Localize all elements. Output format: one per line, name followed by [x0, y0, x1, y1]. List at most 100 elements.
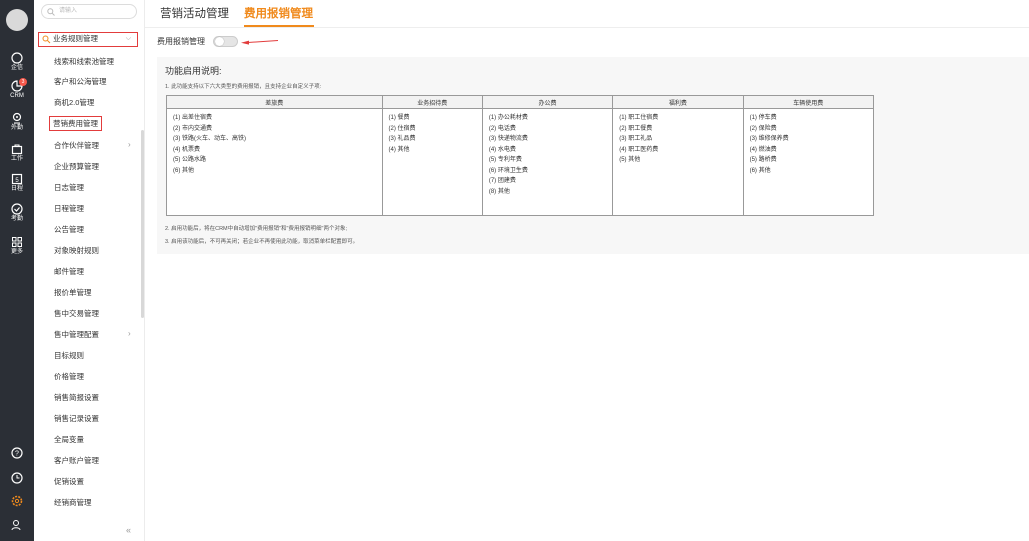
tab-bar: 营销活动管理 费用报销管理: [145, 0, 1029, 28]
tab-expense-reimbursement[interactable]: 费用报销管理: [244, 5, 313, 21]
rail-history[interactable]: [0, 472, 34, 485]
menu-item[interactable]: 促销设置: [54, 476, 84, 487]
rail-item-more[interactable]: 更多: [0, 236, 34, 256]
expense-item: (2) 电话费: [488, 125, 516, 132]
menu-item[interactable]: 日志管理: [54, 182, 84, 193]
menu-item[interactable]: 经销商管理: [54, 497, 92, 508]
menu-item-label: 对象映射规则: [54, 246, 99, 255]
menu-item[interactable]: 客户和公海管理: [54, 76, 107, 87]
expense-toggle-switch[interactable]: [213, 36, 238, 47]
rail-help[interactable]: ?: [0, 447, 34, 460]
expense-item: (5) 路桥费: [749, 157, 777, 163]
annotation-arrow-icon: [241, 40, 279, 45]
menu-item-label: 客户账户管理: [54, 456, 99, 465]
expense-item: (7) 团建费: [488, 178, 516, 184]
table-header-cell: 差旅费: [166, 95, 383, 109]
table-cell: (1) 职工住宿费 (2) 职工餐费 (3) 职工礼品 (4) 职工医药费 (5) 其他: [612, 108, 744, 216]
expense-item: (4) 其他: [388, 146, 410, 153]
expense-item: (2) 市内交通费: [173, 125, 213, 132]
expense-item: (1) 职工住宿费: [619, 115, 659, 121]
expense-item: (6) 其他: [173, 167, 195, 174]
menu-item[interactable]: 销售简报设置: [54, 392, 99, 403]
menu-item[interactable]: 商机2.0管理: [54, 97, 94, 108]
menu-item[interactable]: 价格管理: [54, 371, 84, 382]
menu-item-label: 线索和线索池管理: [54, 57, 114, 66]
expense-item: (6) 环境卫生费: [488, 167, 528, 174]
menu-item-label: 企业预算管理: [54, 162, 99, 171]
menu-item-label: 日志管理: [54, 183, 84, 192]
table-cell: (1) 办公耗材费 (2) 电话费 (3) 快递物流费 (4) 水电费 (5) 专利年费…: [481, 108, 614, 216]
rail-item-work[interactable]: 工作: [0, 143, 34, 163]
menu-item-label: 经销商管理: [54, 498, 92, 507]
rail-item-field[interactable]: 外勤: [0, 112, 34, 132]
expense-item: (2) 保险费: [749, 125, 777, 132]
menu-item[interactable]: 线索和线索池管理: [54, 56, 114, 67]
menu-item[interactable]: 日程管理: [54, 203, 84, 214]
menu-item[interactable]: 销售记录设置: [54, 413, 99, 424]
expense-item: (1) 停车费: [749, 115, 777, 121]
rail-settings[interactable]: [0, 495, 34, 508]
menu-scrollbar[interactable]: [141, 130, 144, 318]
panel-line-2: 2. 启用功能后，将在CRM中自动增加"费用报销"和"费用报销明细"两个对象;: [165, 226, 347, 232]
menu-item-label: 目标规则: [54, 351, 84, 360]
collapse-menu-icon[interactable]: «: [126, 525, 131, 535]
clock-icon: [11, 472, 23, 484]
menu-group-business-rules[interactable]: 业务规则管理 ⌵: [38, 32, 138, 47]
expense-item: (5) 专利年费: [488, 157, 522, 163]
menu-item[interactable]: 公告管理: [54, 224, 84, 235]
expense-item: (4) 燃油费: [749, 146, 777, 153]
rail-item-chat[interactable]: 企信: [0, 52, 34, 72]
panel-line-3: 3. 启用该功能后，不可再关闭；若企业不再使用此功能，取消菜单栏配置即可。: [165, 239, 359, 245]
tab-marketing-activity[interactable]: 营销活动管理: [160, 5, 229, 21]
app-rail: 企信 3 CRM 外勤 工作 5 日程 考勤 更多 ?: [0, 0, 34, 541]
expense-item: (2) 职工餐费: [619, 125, 653, 132]
menu-item-label: 邮件管理: [54, 267, 84, 276]
menu-item[interactable]: 报价单管理: [54, 287, 92, 298]
expense-item: (3) 礼品费: [388, 136, 416, 142]
table-header-cell: 福利费: [612, 95, 744, 109]
rail-item-calendar[interactable]: 5 日程: [0, 173, 34, 193]
menu-item[interactable]: 全局变量: [54, 434, 84, 445]
expense-item: (4) 水电费: [488, 146, 516, 153]
rail-label: 工作: [10, 156, 23, 162]
menu-item-label: 商机2.0管理: [54, 98, 95, 107]
menu-item-label: 销售记录设置: [54, 414, 99, 423]
menu-item[interactable]: 企业预算管理: [54, 161, 99, 172]
menu-item-label: 客户和公海管理: [54, 77, 107, 86]
menu-item-label: 公告管理: [54, 225, 84, 234]
expense-item: (6) 其他: [749, 167, 771, 174]
menu-group-label: 业务规则管理: [53, 34, 98, 43]
check-icon: [11, 203, 23, 215]
menu-item-label: 售中交易管理: [54, 309, 99, 318]
rail-user[interactable]: [0, 519, 34, 532]
menu-item[interactable]: 合作伙伴管理 ›: [54, 140, 131, 151]
rail-item-crm[interactable]: 3 CRM: [0, 78, 34, 100]
toggle-knob: [215, 37, 224, 46]
expense-item: (3) 快递物流费: [488, 136, 528, 142]
menu-item[interactable]: 客户账户管理: [54, 455, 99, 466]
grid-icon: [12, 237, 22, 247]
menu-item[interactable]: 邮件管理: [54, 266, 84, 277]
menu-item[interactable]: 售中交易管理: [54, 308, 99, 319]
chevron-right-icon: ›: [128, 329, 131, 338]
svg-text:?: ?: [15, 451, 19, 458]
expense-item: (3) 职工礼品: [619, 136, 653, 142]
rail-item-attendance[interactable]: 考勤: [0, 203, 34, 223]
menu-item-label: 全局变量: [54, 435, 84, 444]
expense-item: (5) 其他: [619, 157, 641, 163]
menu-item-label: 合作伙伴管理: [54, 141, 99, 150]
menu-item[interactable]: 目标规则: [54, 350, 84, 361]
search-icon: [47, 8, 55, 16]
avatar[interactable]: [6, 9, 28, 31]
menu-item[interactable]: 营销费用管理: [49, 116, 102, 131]
rail-label: 考勤: [10, 216, 23, 222]
menu-item[interactable]: 对象映射规则: [54, 245, 99, 256]
table-cell: (1) 停车费 (2) 保险费 (3) 维修保养费 (4) 燃油费 (5) 路桥费 (6)…: [742, 108, 875, 216]
expense-item: (4) 职工医药费: [619, 146, 659, 153]
menu-item[interactable]: 售中管理配置 ›: [54, 329, 131, 340]
expense-category-table: 差旅费 业务招待费 办公费 福利费 车辆使用费 (1) 出差住宿费 (2) 市内交通费 (3…: [166, 95, 875, 216]
menu-item-label: 售中管理配置: [54, 330, 99, 339]
help-icon: ?: [11, 447, 23, 459]
expense-item: (5) 公路水路: [173, 157, 207, 163]
menu-search-input[interactable]: 请输入: [41, 4, 137, 19]
